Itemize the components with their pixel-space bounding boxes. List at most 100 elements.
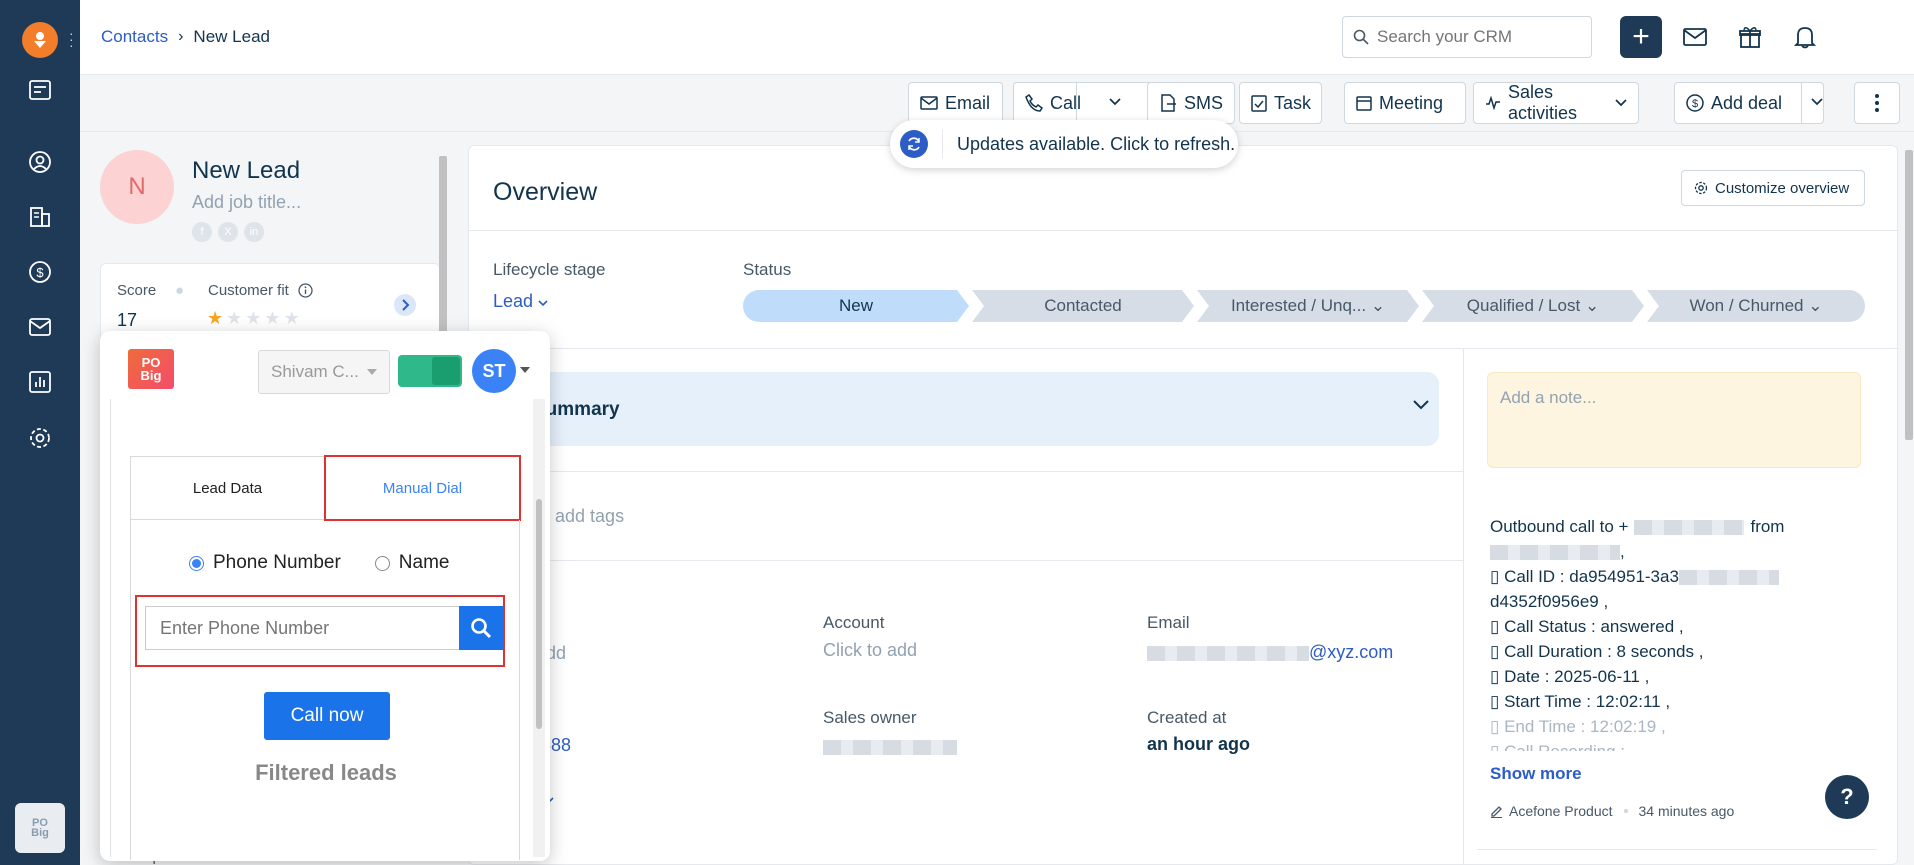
inbox-icon[interactable] <box>26 313 54 341</box>
add-deal-label: Add deal <box>1711 92 1783 113</box>
agent-avatar[interactable]: ST <box>472 349 516 393</box>
caret-down-icon[interactable] <box>520 367 530 373</box>
app-logo[interactable] <box>22 22 58 58</box>
expand-chevron-icon[interactable] <box>394 294 416 316</box>
divider <box>942 130 943 158</box>
score-label: Score <box>117 282 157 299</box>
reports-icon[interactable] <box>26 368 54 396</box>
customer-fit-stars: ★★★★★ <box>207 308 303 329</box>
lifecycle-stage-label: Lifecycle stage <box>493 260 606 279</box>
add-deal-button[interactable]: $ Add deal <box>1674 82 1824 124</box>
caret-down-icon <box>366 369 377 375</box>
widget-scrollbar[interactable] <box>533 399 545 857</box>
add-note-box[interactable]: Add a note... <box>1487 372 1861 468</box>
summary-section[interactable]: Summary <box>509 372 1439 446</box>
agent-select[interactable]: Shivam C... <box>258 350 390 394</box>
customize-overview-label: Customize overview <box>1715 179 1850 197</box>
divider <box>469 560 1463 561</box>
radio-name[interactable]: Name <box>374 552 449 574</box>
gift-icon[interactable] <box>1735 22 1765 52</box>
sms-icon <box>1161 94 1176 112</box>
sales-owner-value[interactable] <box>823 736 957 757</box>
pobig-app-icon[interactable]: PO Big <box>15 803 65 853</box>
redacted-text <box>1678 570 1779 586</box>
email-button-label: Email <box>945 92 991 113</box>
deals-icon[interactable]: $ <box>26 258 54 286</box>
sms-button[interactable]: SMS <box>1147 82 1235 124</box>
show-more-link[interactable]: Show more <box>1490 764 1582 784</box>
task-button[interactable]: Task <box>1239 82 1322 124</box>
stage-contacted[interactable]: Contacted <box>972 290 1194 322</box>
phone-icon <box>1025 94 1043 112</box>
created-at-value: an hour ago <box>1147 734 1250 754</box>
email-value[interactable]: @xyz.com <box>1147 642 1393 663</box>
redacted-text <box>1490 545 1620 561</box>
stage-interested[interactable]: Interested / Unq... ⌄ <box>1197 290 1419 322</box>
updates-toast[interactable]: Updates available. Click to refresh. <box>890 120 1238 168</box>
email-domain: @xyz.com <box>1309 642 1394 662</box>
mail-icon[interactable] <box>1680 22 1710 52</box>
bell-icon[interactable] <box>1790 22 1820 52</box>
chevron-down-icon: ⌄ <box>1370 296 1386 315</box>
meeting-button[interactable]: Meeting <box>1344 82 1466 124</box>
activity-line: ▯ Date : 2025-06-11 , <box>1490 667 1650 686</box>
radio-selected[interactable] <box>189 555 204 571</box>
help-button[interactable]: ? <box>1825 775 1869 819</box>
info-icon[interactable] <box>298 283 313 298</box>
sales-activities-button[interactable]: Sales activities <box>1473 82 1639 124</box>
job-title-field[interactable]: Add job title... <box>192 192 301 213</box>
quick-add-button[interactable]: + <box>1620 16 1662 58</box>
search-icon <box>1353 29 1369 45</box>
dashboard-icon[interactable] <box>26 76 54 104</box>
overview-card: Overview Customize overview Lifecycle st… <box>468 145 1899 865</box>
lifecycle-stage-dropdown[interactable]: Lead <box>493 291 548 312</box>
pobig-logo: PO Big <box>128 349 174 389</box>
scrollbar-thumb[interactable] <box>536 499 542 729</box>
dialer-widget: PO Big Shivam C... ST Lead Data Manual Di… <box>100 331 550 861</box>
activity-author: Acefone Product <box>1509 803 1613 819</box>
search-input[interactable] <box>1377 27 1577 47</box>
availability-toggle[interactable] <box>398 355 462 387</box>
agent-select-value: Shivam C... <box>271 362 359 381</box>
stage-won-churned[interactable]: Won / Churned ⌄ <box>1647 290 1865 322</box>
phone-number-input[interactable] <box>145 606 459 650</box>
radio-unselected[interactable] <box>374 555 390 571</box>
page-scrollbar[interactable] <box>1904 140 1914 865</box>
stage-qualified-lost[interactable]: Qualified / Lost ⌄ <box>1422 290 1644 322</box>
linkedin-icon[interactable]: in <box>244 222 264 242</box>
facebook-icon[interactable]: f <box>192 222 212 242</box>
lifecycle-stage-value: Lead <box>493 291 534 311</box>
phone-search-button[interactable] <box>459 606 503 650</box>
divider <box>1463 348 1464 865</box>
more-options-kebab-icon[interactable] <box>1854 82 1900 124</box>
x-twitter-icon[interactable]: X <box>218 222 238 242</box>
email-button[interactable]: Email <box>908 82 1003 124</box>
scrollbar-thumb[interactable] <box>1905 150 1913 440</box>
account-label: Account <box>823 613 885 632</box>
more-apps-icon[interactable]: · · · <box>69 26 74 52</box>
mail-icon <box>920 96 938 110</box>
settings-gear-icon[interactable] <box>26 424 54 452</box>
svg-text:$: $ <box>1692 98 1698 110</box>
tab-manual-dial[interactable]: Manual Dial <box>324 455 521 521</box>
chevron-down-icon[interactable] <box>1811 98 1823 106</box>
accounts-icon[interactable] <box>26 203 54 231</box>
created-at-label: Created at <box>1147 708 1227 727</box>
dollar-circle-icon: $ <box>1686 94 1704 112</box>
search-box[interactable] <box>1342 16 1592 58</box>
chevron-right-icon: › <box>178 28 184 45</box>
stage-new[interactable]: New <box>743 290 969 322</box>
customize-overview-button[interactable]: Customize overview <box>1681 170 1865 206</box>
contacts-icon[interactable] <box>26 148 54 176</box>
manual-dial-panel: Phone Number Name Call now Filtered lead… <box>130 520 520 860</box>
call-now-button[interactable]: Call now <box>264 692 390 740</box>
tab-lead-data[interactable]: Lead Data <box>131 457 324 519</box>
stage-interested-label: Interested / Unq... <box>1230 296 1367 315</box>
account-value[interactable]: Click to add <box>823 640 917 661</box>
lead-name[interactable]: New Lead <box>192 157 300 185</box>
breadcrumb-contacts-link[interactable]: Contacts <box>101 27 168 47</box>
chevron-down-icon[interactable] <box>1109 98 1121 106</box>
chevron-down-icon[interactable] <box>1413 400 1429 410</box>
dot-separator: ● <box>175 282 185 299</box>
radio-phone-number[interactable]: Phone Number <box>189 552 341 574</box>
